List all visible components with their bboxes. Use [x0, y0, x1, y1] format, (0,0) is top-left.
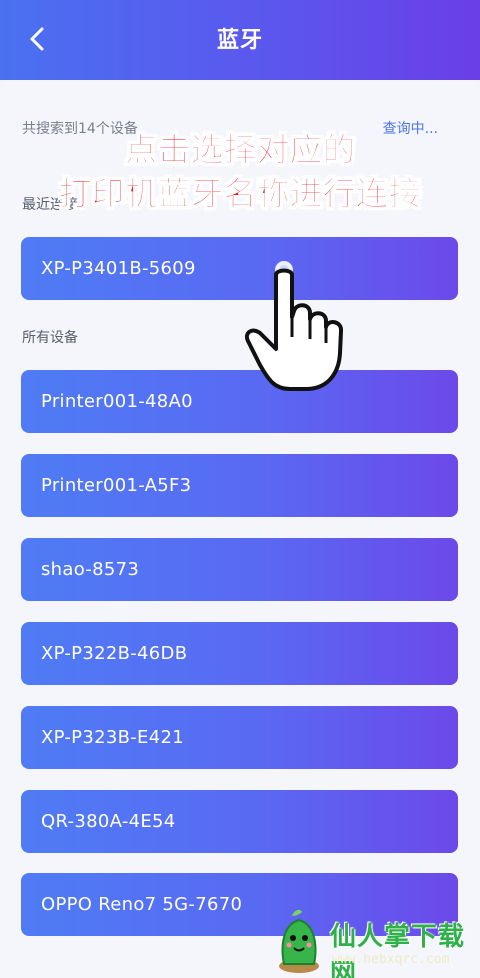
nav-bar: 蓝牙: [0, 0, 480, 80]
device-item[interactable]: QR-380A-4E54: [21, 790, 458, 853]
all-devices-section-label: 所有设备: [22, 330, 78, 346]
device-item[interactable]: shao-8573: [21, 538, 458, 601]
device-name: XP-P322B-46DB: [41, 643, 188, 664]
page-title: 蓝牙: [216, 28, 263, 53]
cactus-logo-icon: [279, 909, 319, 973]
annotation-line-2: 打印机蓝牙名称进行连接: [58, 174, 422, 214]
watermark-title: 仙人掌下载网: [330, 922, 466, 978]
device-name: shao-8573: [41, 559, 140, 580]
device-item[interactable]: XP-P322B-46DB: [21, 622, 458, 685]
device-name: OPPO Reno7 5G-7670: [41, 894, 243, 915]
device-name: Printer001-48A0: [41, 391, 193, 412]
tutorial-annotation: 点击选择对应的 打印机蓝牙名称进行连接: [0, 128, 480, 216]
annotation-line-1: 点击选择对应的: [124, 130, 356, 170]
device-item[interactable]: XP-P323B-E421: [21, 706, 458, 769]
bluetooth-screen: 蓝牙 共搜索到14个设备 查询中... 最近连接 XP-P3401B-5609 …: [0, 0, 480, 978]
device-item[interactable]: Printer001-A5F3: [21, 454, 458, 517]
device-name: QR-380A-4E54: [41, 811, 176, 832]
pointing-hand-icon: [245, 261, 343, 391]
device-name: Printer001-A5F3: [41, 475, 192, 496]
watermark-url: www.hebxqrc.com: [332, 952, 450, 967]
watermark: 仙人掌下载网 www.hebxqrc.com: [268, 908, 480, 978]
device-name: XP-P3401B-5609: [41, 258, 196, 279]
device-name: XP-P323B-E421: [41, 727, 184, 748]
